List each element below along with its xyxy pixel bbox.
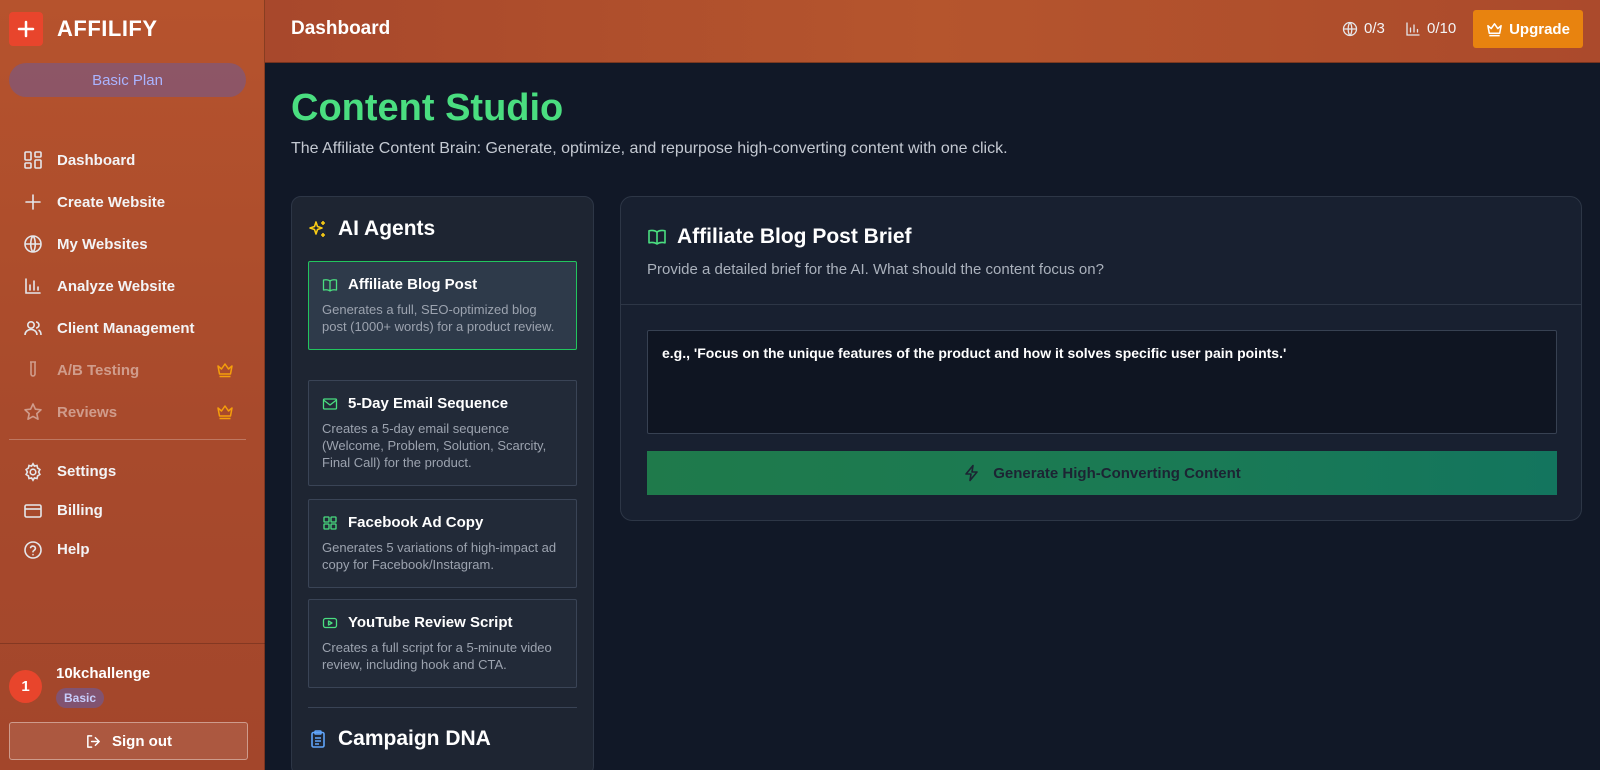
agent-title: 5-Day Email Sequence	[348, 395, 509, 412]
agent-title: Affiliate Blog Post	[348, 276, 478, 293]
sidebar-item-label: My Websites	[57, 235, 148, 253]
sidebar-item-label: Reviews	[57, 403, 118, 421]
lightning-icon	[965, 464, 979, 482]
agent-description: Generates 5 variations of high-impact ad…	[322, 540, 557, 572]
brief-panel: Affiliate Blog Post Brief Provide a deta…	[620, 196, 1582, 521]
logo-plus-icon	[9, 12, 43, 46]
sign-out-button[interactable]: Sign out	[9, 722, 248, 760]
help-circle-icon	[23, 540, 43, 560]
websites-usage-value: 0/3	[1364, 20, 1385, 37]
sidebar-item-billing[interactable]: Billing	[9, 491, 246, 530]
agent-title: Facebook Ad Copy	[348, 514, 484, 531]
log-out-icon	[87, 734, 100, 748]
campaign-dna-heading: Campaign DNA	[308, 727, 491, 751]
ai-agents-heading-text: AI Agents	[338, 217, 436, 240]
test-tube-icon	[23, 360, 43, 380]
analyses-usage-value: 0/10	[1427, 20, 1457, 37]
websites-usage: 0/3	[1342, 20, 1385, 37]
clipboard-icon	[311, 730, 325, 748]
agent-card-facebook-ad-copy[interactable]: Facebook Ad Copy Generates 5 variations …	[308, 499, 577, 588]
agent-card-email-sequence[interactable]: 5-Day Email Sequence Creates a 5-day ema…	[308, 380, 577, 486]
plus-icon	[23, 192, 43, 212]
sidebar: AFFILIFY Basic Plan Dashboard Create Web…	[0, 0, 265, 770]
brief-title: Affiliate Blog Post Brief	[677, 225, 912, 248]
generate-content-button[interactable]: Generate High-Converting Content	[647, 451, 1557, 495]
brief-divider	[621, 304, 1581, 305]
users-icon	[23, 318, 43, 338]
grid-icon	[23, 150, 43, 170]
sidebar-item-settings[interactable]: Settings	[9, 452, 246, 491]
star-icon	[23, 402, 43, 422]
crown-icon	[1487, 22, 1502, 36]
agent-card-affiliate-blog-post[interactable]: Affiliate Blog Post Generates a full, SE…	[308, 261, 577, 350]
sidebar-item-ab-testing[interactable]: A/B Testing	[9, 349, 246, 391]
book-open-icon	[322, 278, 338, 292]
sidebar-item-analyze-website[interactable]: Analyze Website	[9, 265, 246, 307]
youtube-icon	[322, 617, 338, 628]
sidebar-item-label: Help	[57, 541, 90, 558]
analyses-usage: 0/10	[1405, 20, 1456, 37]
sidebar-item-label: Dashboard	[57, 151, 136, 169]
credit-card-icon	[23, 501, 43, 521]
agent-title: YouTube Review Script	[348, 614, 513, 631]
agent-description: Generates a full, SEO-optimized blog pos…	[322, 302, 555, 334]
ai-agents-panel: AI Agents Affiliate Blog Post Generates …	[291, 196, 594, 770]
sparkles-icon	[309, 221, 325, 237]
page-header-title: Dashboard	[291, 18, 391, 39]
generate-label: Generate High-Converting Content	[993, 464, 1241, 482]
sidebar-item-label: Client Management	[57, 319, 195, 337]
sidebar-item-label: Create Website	[57, 193, 166, 211]
brand[interactable]: AFFILIFY	[9, 12, 158, 46]
brief-subtitle: Provide a detailed brief for the AI. Wha…	[647, 261, 1104, 278]
agent-description: Creates a 5-day email sequence (Welcome,…	[322, 421, 547, 470]
user-profile[interactable]: 1 10kchallenge Basic	[9, 665, 150, 708]
brief-heading: Affiliate Blog Post Brief	[647, 225, 912, 249]
nav-divider	[9, 439, 246, 440]
sidebar-item-dashboard[interactable]: Dashboard	[9, 139, 246, 181]
page-subtitle: The Affiliate Content Brain: Generate, o…	[291, 140, 1008, 157]
crown-icon	[217, 405, 233, 420]
globe-icon	[23, 234, 43, 254]
brand-name: AFFILIFY	[57, 16, 158, 41]
sidebar-item-label: Settings	[57, 463, 117, 480]
sidebar-divider	[0, 643, 265, 644]
upgrade-button[interactable]: Upgrade	[1473, 10, 1583, 48]
sign-out-label: Sign out	[112, 732, 172, 750]
ai-agents-heading: AI Agents	[308, 217, 435, 241]
upgrade-label: Upgrade	[1509, 20, 1570, 38]
user-plan-badge: Basic	[56, 688, 105, 708]
sidebar-item-my-websites[interactable]: My Websites	[9, 223, 246, 265]
agent-description: Creates a full script for a 5-minute vid…	[322, 640, 552, 672]
sidebar-item-label: Analyze Website	[57, 277, 176, 295]
bar-chart-icon	[1406, 21, 1420, 36]
brief-textarea[interactable]	[647, 330, 1557, 434]
plan-badge[interactable]: Basic Plan	[9, 63, 246, 97]
top-bar: Dashboard 0/3 0/10 Upgrade	[265, 0, 1600, 63]
sidebar-item-reviews[interactable]: Reviews	[9, 391, 246, 433]
sidebar-item-label: A/B Testing	[57, 361, 140, 379]
sidebar-item-label: Billing	[57, 502, 103, 519]
book-open-icon	[648, 229, 666, 245]
agent-card-youtube-review-script[interactable]: YouTube Review Script Creates a full scr…	[308, 599, 577, 688]
mail-icon	[322, 397, 338, 410]
sidebar-nav: Dashboard Create Website My Websites Ana…	[9, 139, 246, 569]
user-name: 10kchallenge	[56, 665, 151, 682]
sidebar-item-create-website[interactable]: Create Website	[9, 181, 246, 223]
agents-divider	[308, 707, 577, 708]
sidebar-item-help[interactable]: Help	[9, 530, 246, 569]
campaign-dna-heading-text: Campaign DNA	[338, 727, 491, 750]
avatar: 1	[9, 670, 42, 703]
globe-icon	[1342, 21, 1358, 36]
gear-icon	[23, 461, 43, 482]
bar-chart-icon	[23, 276, 43, 296]
layout-grid-icon	[323, 515, 337, 530]
page-title: Content Studio	[291, 87, 564, 129]
sidebar-item-client-management[interactable]: Client Management	[9, 307, 246, 349]
crown-icon	[217, 363, 233, 378]
